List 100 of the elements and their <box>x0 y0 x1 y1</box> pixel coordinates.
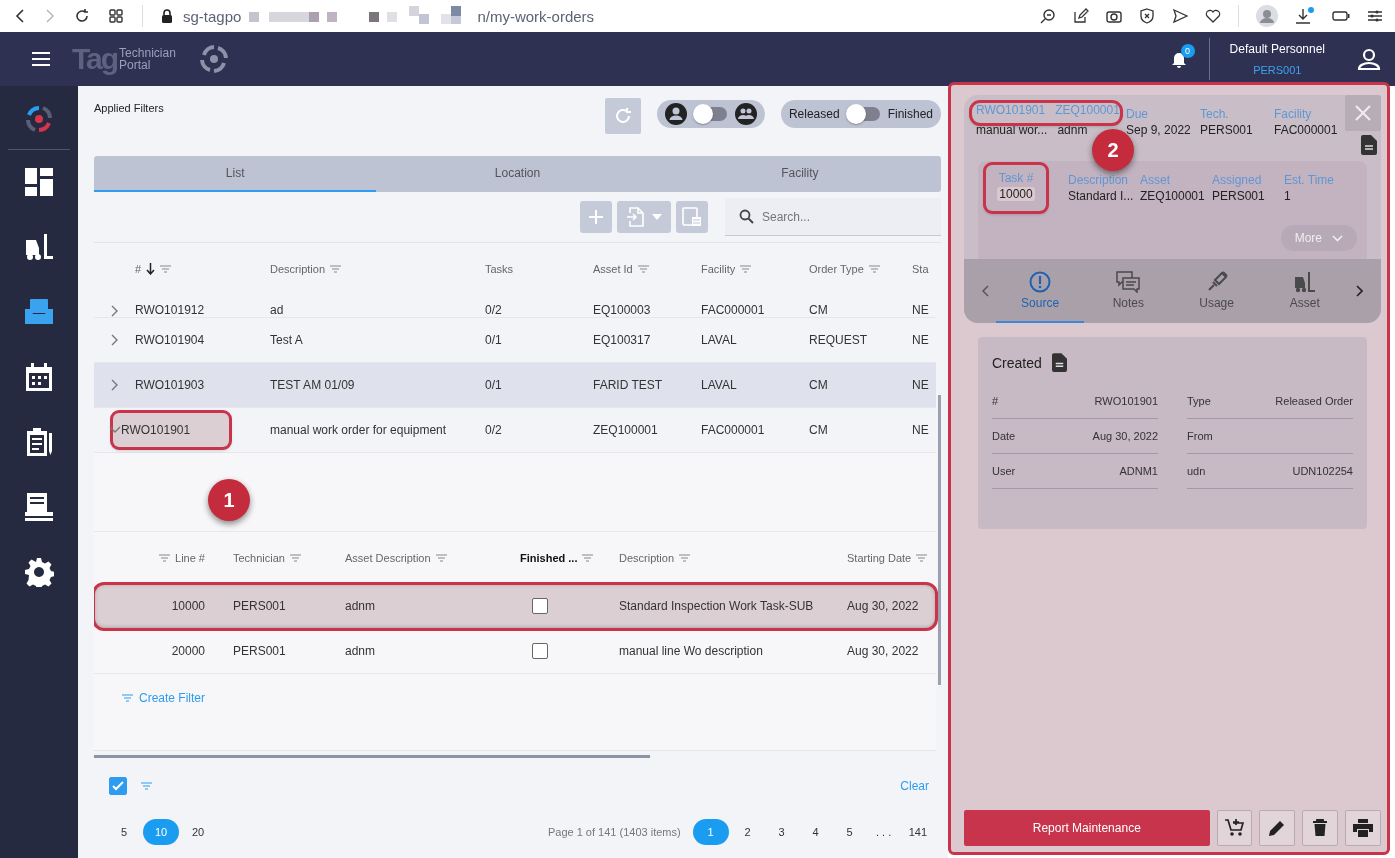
column-header[interactable]: Line # <box>175 552 205 564</box>
edit-button[interactable] <box>1259 810 1296 846</box>
column-header[interactable]: Asset Id <box>593 263 633 275</box>
import-file-icon <box>626 207 644 227</box>
delete-button[interactable] <box>1302 810 1339 846</box>
back-icon[interactable] <box>14 8 26 24</box>
scrollbar[interactable] <box>938 395 941 685</box>
field-value: PERS001 <box>1212 189 1266 203</box>
table-cell-text: CM <box>809 378 829 392</box>
order-row[interactable]: RWO101903 TEST AM 01/09 0/1 FARID TEST LAVAL CM NE <box>94 363 936 408</box>
column-header[interactable]: Asset Description <box>345 552 431 564</box>
scrollbar[interactable] <box>94 754 650 758</box>
search-box[interactable]: Search... <box>725 198 941 236</box>
page-size-button[interactable]: 5 <box>109 819 139 845</box>
shield-icon[interactable] <box>1139 8 1155 24</box>
field-label: Due <box>1126 107 1149 121</box>
view-tab[interactable]: Location <box>376 156 659 192</box>
page-button[interactable]: 4 <box>800 819 831 845</box>
detail-tab[interactable]: Usage <box>1172 259 1261 323</box>
chevron-icon[interactable] <box>110 305 119 317</box>
page-button[interactable]: 141 <box>902 819 933 845</box>
view-tab[interactable]: List <box>94 156 377 192</box>
search-icon <box>739 209 754 224</box>
url-text[interactable]: sg-tagpo <box>183 7 242 25</box>
view-tab[interactable]: Facility <box>658 156 941 192</box>
clipboard-icon[interactable] <box>24 427 54 457</box>
finished-checkbox[interactable] <box>532 598 548 614</box>
task-row[interactable]: 20000 PERS001 adnm manual line Wo description Aug 30, 2022 <box>94 629 936 674</box>
page-button[interactable]: 5 <box>834 819 865 845</box>
table-cell-text: 0/2 <box>485 303 503 317</box>
sort-arrow-icon[interactable] <box>146 263 156 275</box>
zoom-out-icon[interactable] <box>1040 8 1056 24</box>
chevron-icon[interactable] <box>110 379 119 391</box>
task-row[interactable]: 10000 PERS001 adnm Standard Inspection Work Task-SUB Aug 30, 2022 <box>94 584 936 629</box>
plus-icon <box>588 209 604 225</box>
page-button[interactable]: 1 <box>692 819 729 845</box>
calendar-icon[interactable] <box>24 362 54 392</box>
page-button[interactable]: . . . <box>868 819 899 845</box>
print-button[interactable] <box>1345 810 1381 846</box>
bell-icon[interactable] <box>1170 50 1187 68</box>
field-label: Asset <box>1140 173 1171 187</box>
avatar-icon[interactable] <box>1256 5 1278 27</box>
field-value: UDN102254 <box>1292 465 1353 477</box>
status-toggle[interactable] <box>847 107 880 121</box>
table-cell-text: CM <box>809 423 829 437</box>
scope-toggle[interactable] <box>694 107 727 121</box>
sliders-icon[interactable] <box>1367 9 1383 23</box>
field-value: FAC000001 <box>1274 123 1339 137</box>
send-icon[interactable] <box>1172 8 1188 24</box>
page-size-button[interactable]: 20 <box>183 819 213 845</box>
column-header[interactable]: Technician <box>233 552 285 564</box>
settings-icon[interactable] <box>24 557 54 587</box>
chevron-icon[interactable] <box>110 334 119 346</box>
dashboard-icon[interactable] <box>24 167 54 197</box>
edit-icon[interactable] <box>1073 8 1089 24</box>
column-header[interactable]: Starting Date <box>847 552 912 564</box>
battery-icon[interactable] <box>1332 10 1350 22</box>
page-button[interactable]: 2 <box>732 819 763 845</box>
page-button[interactable]: 3 <box>766 819 797 845</box>
report-maintenance-button[interactable]: Report Maintenance <box>964 810 1210 846</box>
trash-icon <box>1312 819 1329 837</box>
table-cell-text: CM <box>809 303 829 317</box>
camera-icon[interactable] <box>1106 8 1122 24</box>
detail-tab[interactable]: Asset <box>1260 259 1349 323</box>
cart-icon <box>1224 818 1245 838</box>
column-header[interactable]: Finished ... <box>520 552 578 564</box>
forklift-icon[interactable] <box>24 232 54 262</box>
table-cell-text: manual line Wo description <box>618 644 764 658</box>
column-header[interactable]: # <box>135 263 142 275</box>
tabs-grid-icon[interactable] <box>108 8 124 24</box>
column-header[interactable]: Sta <box>912 263 929 275</box>
column-header[interactable]: Facility <box>701 263 736 275</box>
reload-icon[interactable] <box>74 8 90 24</box>
chevron-left-icon[interactable] <box>982 285 990 297</box>
download-icon[interactable] <box>1295 7 1315 25</box>
app-logo-icon[interactable] <box>24 104 54 134</box>
select-all-checkbox[interactable] <box>109 777 127 795</box>
column-header[interactable]: Order Type <box>809 263 864 275</box>
search-field[interactable]: Search... <box>760 208 914 225</box>
document-icon[interactable] <box>1361 135 1377 155</box>
page-info: Page 1 of 141 (1403 items) <box>547 826 681 838</box>
finished-checkbox[interactable] <box>532 643 548 659</box>
menu-icon[interactable] <box>32 52 50 66</box>
target-logo-icon <box>197 43 230 75</box>
receipt-icon[interactable] <box>24 492 54 522</box>
heart-icon[interactable] <box>1205 8 1221 24</box>
user-icon[interactable] <box>1357 47 1381 71</box>
column-header[interactable]: Description <box>270 263 326 275</box>
column-header[interactable]: Tasks <box>485 263 514 275</box>
chevron-right-icon[interactable] <box>1355 285 1363 297</box>
order-row[interactable]: RWO101912 ad 0/2 EQ100003 FAC000001 CM NE <box>94 295 936 318</box>
column-header[interactable]: Description <box>619 552 675 564</box>
page-size-button[interactable]: 10 <box>143 819 179 845</box>
released-label: Released <box>788 107 840 121</box>
tray-icon[interactable] <box>24 297 54 327</box>
detail-tab[interactable]: Notes <box>1084 259 1173 323</box>
field-label: # <box>992 395 999 407</box>
order-row[interactable]: RWO101901 manual work order for equipment 0/2 ZEQ100001 FAC000001 CM NE <box>94 408 936 453</box>
add-to-cart-button[interactable] <box>1216 810 1253 846</box>
url-text[interactable]: n/my-work-orders <box>477 7 595 25</box>
